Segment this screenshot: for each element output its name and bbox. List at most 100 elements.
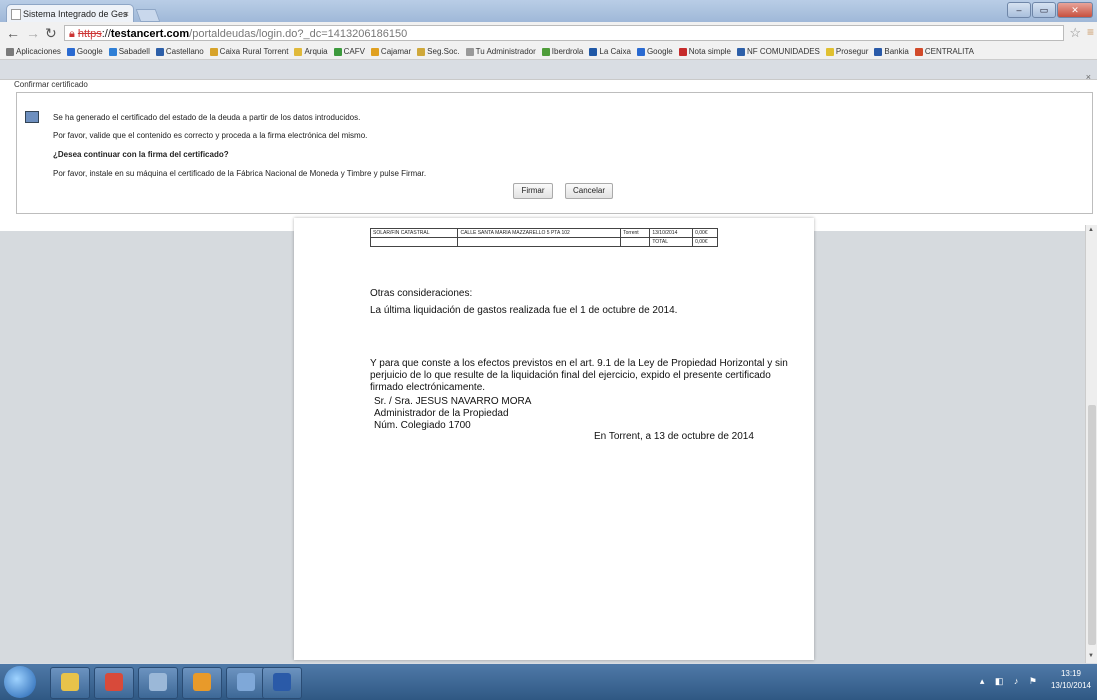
- sign-button[interactable]: Firmar: [513, 183, 553, 199]
- bookmark-item[interactable]: Iberdrola: [541, 47, 584, 56]
- address-bar[interactable]: 🔒︎ https://testancert.com/portaldeudas/lo…: [64, 25, 1064, 41]
- browser-titlebar: Sistema Integrado de Ges × – ▭ ✕: [0, 0, 1097, 22]
- bookmark-label: Tu Administrador: [475, 47, 536, 56]
- bookmarks-bar: Aplicaciones Google Sabadell Castellano Caix…: [0, 44, 1097, 60]
- forward-arrow-icon[interactable]: →: [26, 25, 40, 41]
- bookmark-item[interactable]: Bankia: [874, 47, 909, 56]
- bookmark-item[interactable]: Tu Administrador: [465, 47, 536, 56]
- certificate-page: SOLAR/FIN CATASTRAL CALLE SANTA MARIA MA…: [294, 218, 814, 660]
- bookmark-favicon-icon: [209, 47, 218, 56]
- taskbar-app-explorer[interactable]: [50, 667, 90, 699]
- dialog-message-1: Se ha generado el certificado del estado…: [53, 113, 361, 122]
- clock-date: 13/10/2014: [1050, 681, 1091, 690]
- scrollbar-thumb[interactable]: [1088, 405, 1096, 645]
- table-row: TOTAL 0,00€: [369, 237, 718, 247]
- table-cell: 0,00€: [692, 237, 718, 247]
- dialog-message-2: Por favor, valide que el contenido es co…: [53, 131, 368, 140]
- word-icon: [273, 673, 291, 691]
- bookmark-item[interactable]: Cajamar: [370, 47, 411, 56]
- bookmark-favicon-icon: [825, 47, 834, 56]
- bookmark-label: Caixa Rural Torrent: [219, 47, 289, 56]
- network-icon: [237, 673, 255, 691]
- bookmark-favicon-icon: [370, 47, 379, 56]
- bookmark-item[interactable]: Arquia: [294, 47, 328, 56]
- debt-table: SOLAR/FIN CATASTRAL CALLE SANTA MARIA MA…: [369, 228, 718, 247]
- bookmark-item[interactable]: Prosegur: [825, 47, 869, 56]
- table-cell: SOLAR/FIN CATASTRAL: [369, 228, 459, 238]
- bookmark-item[interactable]: NF COMUNIDADES: [737, 47, 820, 56]
- dialog-title: Confirmar certificado: [14, 80, 88, 89]
- bookmark-label: Prosegur: [835, 47, 869, 56]
- bookmark-favicon-icon: [155, 47, 164, 56]
- bookmark-favicon-icon: [294, 47, 303, 56]
- bookmark-label: La Caixa: [599, 47, 631, 56]
- taskbar-app-outlook[interactable]: [182, 667, 222, 699]
- table-cell: 0,00€: [692, 228, 718, 238]
- new-tab-button[interactable]: [135, 9, 161, 22]
- bookmark-label: Nota simple: [688, 47, 731, 56]
- page-favicon-icon: [11, 9, 21, 20]
- clock[interactable]: 13:19 13/10/2014: [1051, 668, 1091, 692]
- bookmark-item[interactable]: Aplicaciones: [6, 47, 61, 56]
- bookmark-label: Google: [76, 47, 103, 56]
- bookmark-favicon-icon: [589, 47, 598, 56]
- tab-close-icon[interactable]: ×: [124, 5, 129, 22]
- url-host: testancert.com: [110, 28, 190, 40]
- bookmark-favicon-icon: [333, 47, 342, 56]
- scroll-up-icon[interactable]: ▲: [1088, 227, 1094, 233]
- url-path: /portaldeudas/login.do?_dc=1413206186150: [189, 28, 408, 40]
- reload-icon[interactable]: ↻: [45, 25, 57, 42]
- bookmark-label: Seg.Soc.: [427, 47, 460, 56]
- place-and-date: En Torrent, a 13 de octubre de 2014: [594, 431, 754, 442]
- close-window-button[interactable]: ✕: [1057, 2, 1093, 18]
- clock-time: 13:19: [1060, 669, 1081, 678]
- browser-tab[interactable]: Sistema Integrado de Ges ×: [6, 4, 134, 22]
- signer-role: Administrador de la Propiedad: [374, 408, 509, 419]
- taskbar-app-chrome[interactable]: [94, 667, 134, 699]
- bookmark-item[interactable]: Castellano: [155, 47, 204, 56]
- bookmark-label: Google: [646, 47, 673, 56]
- maximize-button[interactable]: ▭: [1032, 2, 1056, 18]
- bookmark-label: Iberdrola: [551, 47, 584, 56]
- taskbar-app-files[interactable]: [138, 667, 178, 699]
- explorer-icon: [61, 673, 79, 691]
- bookmark-item[interactable]: Sabadell: [108, 47, 150, 56]
- bookmark-favicon-icon: [737, 47, 745, 56]
- bookmark-item[interactable]: Seg.Soc.: [417, 47, 460, 56]
- table-cell: [369, 237, 459, 247]
- table-cell: TOTAL: [649, 237, 694, 247]
- bookmark-item[interactable]: Caixa Rural Torrent: [209, 47, 289, 56]
- bookmark-label: CENTRALITA: [924, 47, 975, 56]
- bookmark-favicon-icon: [678, 47, 687, 56]
- bookmark-favicon-icon: [636, 47, 645, 56]
- bookmark-item[interactable]: CENTRALITA: [914, 47, 975, 56]
- menu-icon[interactable]: ≡: [1087, 25, 1094, 39]
- scroll-down-icon[interactable]: ▼: [1088, 653, 1094, 659]
- vertical-scrollbar[interactable]: ▲ ▼: [1085, 225, 1097, 663]
- system-tray-icons[interactable]: ▴ ◧ ♪ ⚑: [980, 676, 1041, 687]
- bookmark-item[interactable]: Google: [636, 47, 673, 56]
- start-button[interactable]: [4, 666, 36, 698]
- bookmark-item[interactable]: CAFV: [333, 47, 365, 56]
- minimize-button[interactable]: –: [1007, 2, 1031, 18]
- bookmark-label: Arquia: [304, 47, 328, 56]
- taskbar-app-word[interactable]: [262, 667, 302, 699]
- bookmark-favicon-icon: [417, 47, 426, 56]
- bookmark-label: Sabadell: [118, 47, 150, 56]
- bookmark-favicon-icon: [914, 47, 923, 56]
- signer-college-number: Núm. Colegiado 1700: [374, 420, 471, 431]
- broken-lock-icon: 🔒︎: [69, 28, 75, 40]
- bookmark-item[interactable]: La Caixa: [589, 47, 631, 56]
- window-controls: – ▭ ✕: [1007, 2, 1093, 18]
- cancel-button[interactable]: Cancelar: [565, 183, 613, 199]
- table-cell: CALLE SANTA MARIA MAZZARELLO 5 PTA 102: [457, 228, 622, 238]
- bookmark-favicon-icon: [874, 47, 883, 56]
- bookmark-favicon-icon: [108, 47, 117, 56]
- bookmark-item[interactable]: Nota simple: [678, 47, 731, 56]
- dialog-close-icon[interactable]: ×: [1086, 72, 1091, 82]
- taskbar-app-network[interactable]: [226, 667, 266, 699]
- bookmark-item[interactable]: Google: [66, 47, 103, 56]
- back-arrow-icon[interactable]: ←: [6, 25, 20, 41]
- bookmark-favicon-icon: [541, 47, 550, 56]
- bookmark-star-icon[interactable]: ☆: [1069, 25, 1081, 41]
